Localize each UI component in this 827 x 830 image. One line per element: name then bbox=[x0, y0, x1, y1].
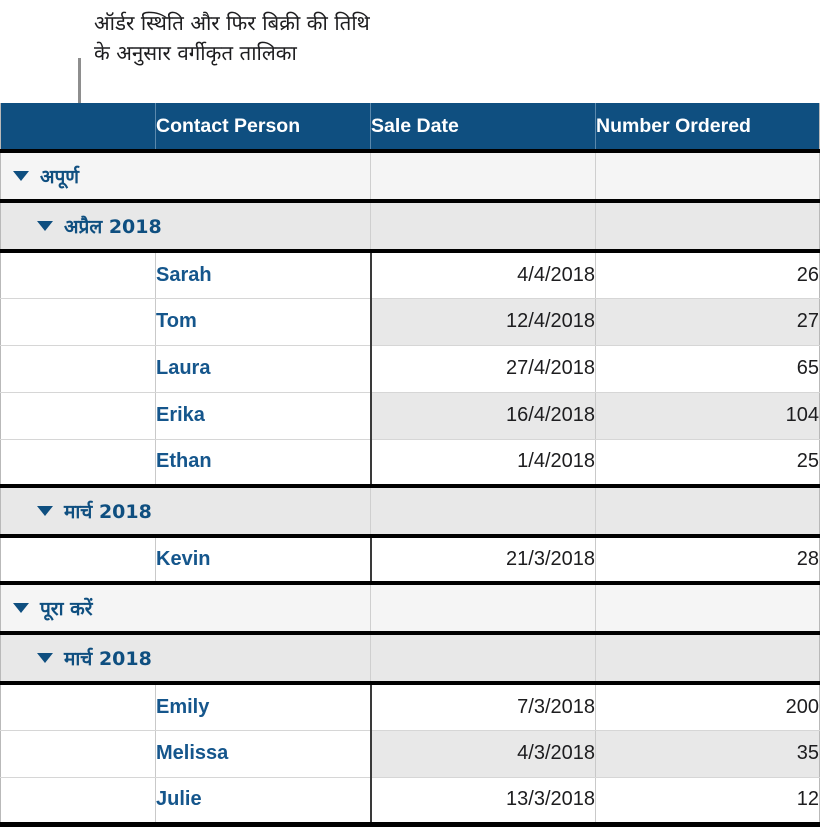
cell-contact-person[interactable]: Kevin bbox=[155, 536, 372, 585]
cell-contact-person[interactable]: Ethan bbox=[155, 439, 372, 488]
table-row[interactable]: Melissa 4/3/2018 35 bbox=[0, 730, 820, 778]
triangle-down-icon[interactable] bbox=[13, 171, 29, 181]
group-row-date-cell bbox=[370, 484, 596, 538]
group-row-number-cell bbox=[595, 149, 820, 203]
group-row[interactable]: पूरा करें bbox=[0, 581, 820, 635]
group-label-text: मार्च 2018 bbox=[64, 501, 152, 523]
group-label-text: अप्रैल 2018 bbox=[64, 216, 162, 238]
cell-contact-person[interactable]: Melissa bbox=[155, 730, 372, 778]
sorted-data-table: Contact Person Sale Date Number Ordered … bbox=[0, 103, 820, 827]
row-index-cell[interactable] bbox=[0, 777, 156, 827]
column-header-contact-person[interactable]: Contact Person bbox=[155, 103, 371, 153]
group-label-text: अपूर्ण bbox=[40, 166, 80, 188]
column-header-sale-date[interactable]: Sale Date bbox=[370, 103, 596, 153]
group-row-label-cell[interactable]: पूरा करें bbox=[0, 581, 371, 635]
table-row[interactable]: Laura 27/4/2018 65 bbox=[0, 345, 820, 393]
group-row-date-cell bbox=[370, 149, 596, 203]
table-row[interactable]: Tom 12/4/2018 27 bbox=[0, 298, 820, 346]
group-row[interactable]: मार्च 2018 bbox=[0, 631, 820, 685]
callout-leader-line bbox=[78, 58, 81, 105]
group-label: पूरा करें bbox=[1, 595, 370, 621]
caption-line-2: के अनुसार वर्गीकृत तालिका bbox=[94, 41, 297, 65]
cell-sale-date[interactable]: 13/3/2018 bbox=[370, 777, 596, 827]
cell-sale-date[interactable]: 21/3/2018 bbox=[370, 536, 596, 585]
row-index-cell[interactable] bbox=[0, 683, 156, 731]
group-row-date-cell bbox=[370, 631, 596, 685]
cell-sale-date[interactable]: 4/3/2018 bbox=[370, 730, 596, 778]
table-row[interactable]: Emily 7/3/2018 200 bbox=[0, 683, 820, 731]
cell-sale-date[interactable]: 1/4/2018 bbox=[370, 439, 596, 488]
group-row-number-cell bbox=[595, 581, 820, 635]
group-row-number-cell bbox=[595, 631, 820, 685]
cell-number-ordered[interactable]: 26 bbox=[595, 251, 820, 299]
group-label: अपूर्ण bbox=[1, 163, 370, 189]
cell-number-ordered[interactable]: 27 bbox=[595, 298, 820, 346]
column-header-number-ordered[interactable]: Number Ordered bbox=[595, 103, 820, 153]
group-row[interactable]: मार्च 2018 bbox=[0, 484, 820, 538]
row-index-cell[interactable] bbox=[0, 251, 156, 299]
cell-sale-date[interactable]: 16/4/2018 bbox=[370, 392, 596, 440]
column-header-index[interactable] bbox=[0, 103, 156, 153]
group-row[interactable]: अप्रैल 2018 bbox=[0, 199, 820, 253]
cell-contact-person[interactable]: Laura bbox=[155, 345, 372, 393]
table-row[interactable]: Sarah 4/4/2018 26 bbox=[0, 251, 820, 299]
row-index-cell[interactable] bbox=[0, 730, 156, 778]
cell-sale-date[interactable]: 7/3/2018 bbox=[370, 683, 596, 731]
header-row: Contact Person Sale Date Number Ordered bbox=[0, 103, 820, 153]
group-row-label-cell[interactable]: अपूर्ण bbox=[0, 149, 371, 203]
group-row-number-cell bbox=[595, 199, 820, 253]
row-index-cell[interactable] bbox=[0, 439, 156, 488]
triangle-down-icon[interactable] bbox=[13, 603, 29, 613]
table-row[interactable]: Erika 16/4/2018 104 bbox=[0, 392, 820, 440]
caption-line-1: ऑर्डर स्थिति और फिर बिक्री की तिथि bbox=[94, 11, 370, 35]
group-row-number-cell bbox=[595, 484, 820, 538]
row-index-cell[interactable] bbox=[0, 298, 156, 346]
cell-contact-person[interactable]: Sarah bbox=[155, 251, 372, 299]
row-index-cell[interactable] bbox=[0, 345, 156, 393]
group-row-date-cell bbox=[370, 199, 596, 253]
row-index-cell[interactable] bbox=[0, 392, 156, 440]
row-index-cell[interactable] bbox=[0, 536, 156, 585]
cell-number-ordered[interactable]: 200 bbox=[595, 683, 820, 731]
cell-number-ordered[interactable]: 28 bbox=[595, 536, 820, 585]
group-row-label-cell[interactable]: मार्च 2018 bbox=[0, 631, 371, 685]
cell-contact-person[interactable]: Emily bbox=[155, 683, 372, 731]
group-label: मार्च 2018 bbox=[1, 645, 370, 671]
group-label: अप्रैल 2018 bbox=[1, 213, 370, 239]
cell-sale-date[interactable]: 12/4/2018 bbox=[370, 298, 596, 346]
table-body: अपूर्ण अप्रैल 2018 Sarah 4/4/2018 26 Tom 12/4/… bbox=[0, 149, 820, 827]
table-row[interactable]: Julie 13/3/2018 12 bbox=[0, 777, 820, 827]
table-row[interactable]: Ethan 1/4/2018 25 bbox=[0, 439, 820, 488]
cell-sale-date[interactable]: 27/4/2018 bbox=[370, 345, 596, 393]
cell-number-ordered[interactable]: 12 bbox=[595, 777, 820, 827]
cell-number-ordered[interactable]: 65 bbox=[595, 345, 820, 393]
cell-contact-person[interactable]: Erika bbox=[155, 392, 372, 440]
group-row-date-cell bbox=[370, 581, 596, 635]
group-label: मार्च 2018 bbox=[1, 498, 370, 524]
triangle-down-icon[interactable] bbox=[37, 653, 53, 663]
group-row-label-cell[interactable]: अप्रैल 2018 bbox=[0, 199, 371, 253]
group-row[interactable]: अपूर्ण bbox=[0, 149, 820, 203]
cell-sale-date[interactable]: 4/4/2018 bbox=[370, 251, 596, 299]
group-label-text: मार्च 2018 bbox=[64, 648, 152, 670]
table-row[interactable]: Kevin 21/3/2018 28 bbox=[0, 536, 820, 585]
cell-contact-person[interactable]: Julie bbox=[155, 777, 372, 827]
group-row-label-cell[interactable]: मार्च 2018 bbox=[0, 484, 371, 538]
table-header: Contact Person Sale Date Number Ordered bbox=[0, 103, 820, 153]
cell-number-ordered[interactable]: 35 bbox=[595, 730, 820, 778]
cell-number-ordered[interactable]: 25 bbox=[595, 439, 820, 488]
group-label-text: पूरा करें bbox=[40, 598, 93, 620]
cell-contact-person[interactable]: Tom bbox=[155, 298, 372, 346]
triangle-down-icon[interactable] bbox=[37, 221, 53, 231]
caption-block: ऑर्डर स्थिति और फिर बिक्री की तिथि के अन… bbox=[94, 8, 614, 68]
cell-number-ordered[interactable]: 104 bbox=[595, 392, 820, 440]
triangle-down-icon[interactable] bbox=[37, 506, 53, 516]
